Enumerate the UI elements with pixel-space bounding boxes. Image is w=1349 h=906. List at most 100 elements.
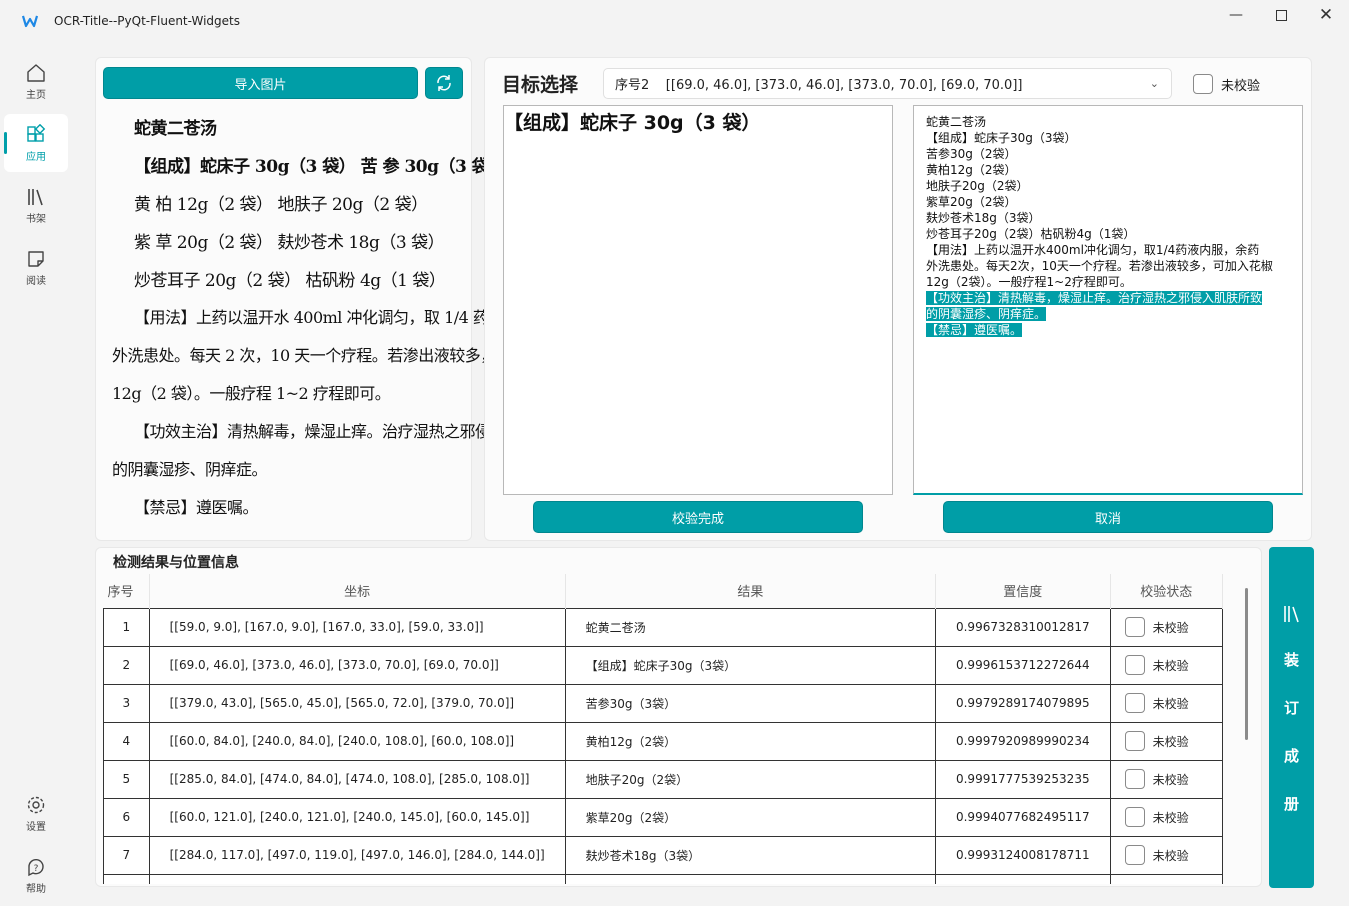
row-status-label: 未校验 xyxy=(1152,848,1189,863)
row-result-cell[interactable]: 【组成】蛇床子30g（3袋） xyxy=(565,646,936,685)
table-row[interactable]: 5 [[285.0, 84.0], [474.0, 84.0], [474.0, … xyxy=(103,760,1224,799)
row-verify-checkbox[interactable] xyxy=(1124,731,1145,751)
row-result-cell[interactable]: 紫草20g（2袋） xyxy=(565,798,936,837)
ocr-line-selected: 【功效主治】清热解毒，燥湿止痒。治疗湿热之邪侵入肌肤所致 xyxy=(926,291,1263,305)
row-verify-checkbox[interactable] xyxy=(1124,807,1145,827)
row-status-label: 未校验 xyxy=(1152,658,1189,673)
column-header[interactable]: 结果 xyxy=(565,574,936,608)
ocr-line-selected: 【禁忌】遵医嘱。 xyxy=(926,323,1023,337)
row-id-cell[interactable]: 3 xyxy=(103,684,150,723)
row-status-cell[interactable]: 未校验 xyxy=(1110,836,1224,875)
row-id-cell[interactable]: 4 xyxy=(103,722,150,761)
checkbox-label: 未校验 xyxy=(1221,78,1261,94)
ocr-line: 地肤子20g（2袋） xyxy=(926,179,1029,193)
table-row[interactable]: 6 [[60.0, 121.0], [240.0, 121.0], [240.0,… xyxy=(103,798,1224,837)
table-row[interactable] xyxy=(103,874,1224,884)
image-text-line: 12g（2 袋）。一般疗程 1~2 疗程即可。 xyxy=(112,384,391,403)
bind-book-button[interactable]: 装 订 成 册 xyxy=(1269,547,1314,888)
row-confidence-cell[interactable]: 0.9994077682495117 xyxy=(935,798,1111,837)
column-header[interactable]: 序号 xyxy=(103,574,150,608)
ocr-line: 【用法】上药以温开水400ml冲化调匀，取1/4药液内服，余药 xyxy=(926,243,1260,257)
nav-label-apps: 应用 xyxy=(26,151,46,163)
chevron-down-icon: ⌄ xyxy=(1149,77,1159,90)
row-status-cell[interactable]: 未校验 xyxy=(1110,607,1224,647)
row-confidence-cell[interactable]: 0.9997920989990234 xyxy=(935,722,1111,761)
row-coords-cell[interactable]: [[60.0, 84.0], [240.0, 84.0], [240.0, 10… xyxy=(149,722,566,761)
row-id-cell[interactable]: 7 xyxy=(103,836,150,875)
nav-label-bookshelf: 书架 xyxy=(26,213,46,225)
row-confidence-cell[interactable]: 0.9991777539253235 xyxy=(935,760,1111,799)
row-verify-checkbox[interactable] xyxy=(1124,617,1145,637)
row-coords-cell[interactable]: [[59.0, 9.0], [167.0, 9.0], [167.0, 33.0… xyxy=(149,607,566,647)
minimize-button[interactable]: — xyxy=(1214,0,1258,30)
row-cell[interactable] xyxy=(935,874,1111,884)
table-row[interactable]: 7 [[284.0, 117.0], [497.0, 119.0], [497.0… xyxy=(103,836,1224,875)
row-status-cell[interactable]: 未校验 xyxy=(1110,798,1224,837)
checkbox-box[interactable] xyxy=(1193,74,1213,94)
target-select[interactable]: 序号2 [[69.0, 46.0], [373.0, 46.0], [373.0… xyxy=(603,68,1172,99)
row-status-cell[interactable]: 未校验 xyxy=(1110,760,1224,799)
row-cell[interactable] xyxy=(565,874,936,884)
row-result-cell[interactable]: 麸炒苍术18g（3袋） xyxy=(565,836,936,875)
row-id-cell[interactable]: 1 xyxy=(103,607,150,647)
row-id-cell[interactable]: 5 xyxy=(103,760,150,799)
row-status-cell[interactable]: 未校验 xyxy=(1110,722,1224,761)
cancel-button[interactable]: 取消 xyxy=(943,501,1273,533)
table-row[interactable]: 4 [[60.0, 84.0], [240.0, 84.0], [240.0, 1… xyxy=(103,722,1224,761)
row-coords-cell[interactable]: [[379.0, 43.0], [565.0, 45.0], [565.0, 7… xyxy=(149,684,566,723)
nav-item-reading[interactable]: 阅读 xyxy=(4,238,68,296)
row-status-cell[interactable]: 未校验 xyxy=(1110,684,1224,723)
row-cell[interactable] xyxy=(149,874,566,884)
close-button[interactable]: ✕ xyxy=(1304,0,1348,30)
row-verify-checkbox[interactable] xyxy=(1124,769,1145,789)
row-id-cell[interactable]: 2 xyxy=(103,646,150,685)
results-title: 检测结果与位置信息 xyxy=(113,555,239,571)
help-icon: ? xyxy=(28,858,44,876)
table-row[interactable]: 1 [[59.0, 9.0], [167.0, 9.0], [167.0, 33.… xyxy=(103,607,1224,647)
ocr-line-selected: 的阴囊湿疹、阴痒症。 xyxy=(926,307,1047,321)
nav-item-apps[interactable]: 应用 xyxy=(4,114,68,172)
title-bar: OCR-Title--PyQt-Fluent-Widgets — ✕ xyxy=(0,0,1349,44)
row-status-label: 未校验 xyxy=(1152,620,1189,635)
row-cell[interactable] xyxy=(103,874,150,884)
row-result-cell[interactable]: 蛇黄二苍汤 xyxy=(565,607,936,647)
nav-item-home[interactable]: 主页 xyxy=(4,52,68,110)
row-coords-cell[interactable]: [[69.0, 46.0], [373.0, 46.0], [373.0, 70… xyxy=(149,646,566,685)
table-row[interactable]: 2 [[69.0, 46.0], [373.0, 46.0], [373.0, 7… xyxy=(103,646,1224,685)
row-cell[interactable] xyxy=(1110,874,1224,884)
ocr-result-textarea[interactable]: 蛇黄二苍汤 【组成】蛇床子30g（3袋） 苦参30g（2袋） 黄柏12g（2袋）… xyxy=(913,105,1303,495)
row-result-cell[interactable]: 黄柏12g（2袋） xyxy=(565,722,936,761)
row-result-cell[interactable]: 地肤子20g（2袋） xyxy=(565,760,936,799)
nav-item-settings[interactable]: 设置 xyxy=(4,784,68,842)
row-result-cell[interactable]: 苦参30g（3袋） xyxy=(565,684,936,723)
row-status-label: 未校验 xyxy=(1152,696,1189,711)
row-status-cell[interactable]: 未校验 xyxy=(1110,646,1224,685)
nav-item-help[interactable]: ? 帮助 xyxy=(4,846,68,904)
verify-done-button[interactable]: 校验完成 xyxy=(533,501,863,533)
column-header[interactable]: 校验状态 xyxy=(1110,574,1224,608)
image-text-line: 黄 柏 12g（2 袋） 地肤子 20g（2 袋） xyxy=(134,195,428,215)
row-verify-checkbox[interactable] xyxy=(1124,693,1145,713)
image-text-line: 炒苍耳子 20g（2 袋） 枯矾粉 4g（1 袋） xyxy=(134,271,446,291)
row-confidence-cell[interactable]: 0.9996153712272644 xyxy=(935,646,1111,685)
row-id-cell[interactable]: 6 xyxy=(103,798,150,837)
column-header[interactable]: 坐标 xyxy=(149,574,566,608)
target-verify-checkbox[interactable]: 未校验 xyxy=(1193,74,1260,94)
row-confidence-cell[interactable]: 0.9979289174079895 xyxy=(935,684,1111,723)
column-header[interactable]: 置信度 xyxy=(935,574,1111,608)
window-title: OCR-Title--PyQt-Fluent-Widgets xyxy=(54,14,240,28)
nav-item-bookshelf[interactable]: 书架 xyxy=(4,176,68,234)
row-confidence-cell[interactable]: 0.9967328310012817 xyxy=(935,607,1111,647)
table-row[interactable]: 3 [[379.0, 43.0], [565.0, 45.0], [565.0, … xyxy=(103,684,1224,723)
row-confidence-cell[interactable]: 0.9993124008178711 xyxy=(935,836,1111,875)
import-image-button[interactable]: 导入图片 xyxy=(103,67,418,99)
row-verify-checkbox[interactable] xyxy=(1124,655,1145,675)
row-coords-cell[interactable]: [[284.0, 117.0], [497.0, 119.0], [497.0,… xyxy=(149,836,566,875)
maximize-button[interactable] xyxy=(1259,0,1303,30)
table-scrollbar[interactable] xyxy=(1245,588,1248,740)
row-coords-cell[interactable]: [[60.0, 121.0], [240.0, 121.0], [240.0, … xyxy=(149,798,566,837)
row-status-label: 未校验 xyxy=(1152,810,1189,825)
row-coords-cell[interactable]: [[285.0, 84.0], [474.0, 84.0], [474.0, 1… xyxy=(149,760,566,799)
refresh-button[interactable] xyxy=(425,67,463,99)
row-verify-checkbox[interactable] xyxy=(1124,845,1145,865)
